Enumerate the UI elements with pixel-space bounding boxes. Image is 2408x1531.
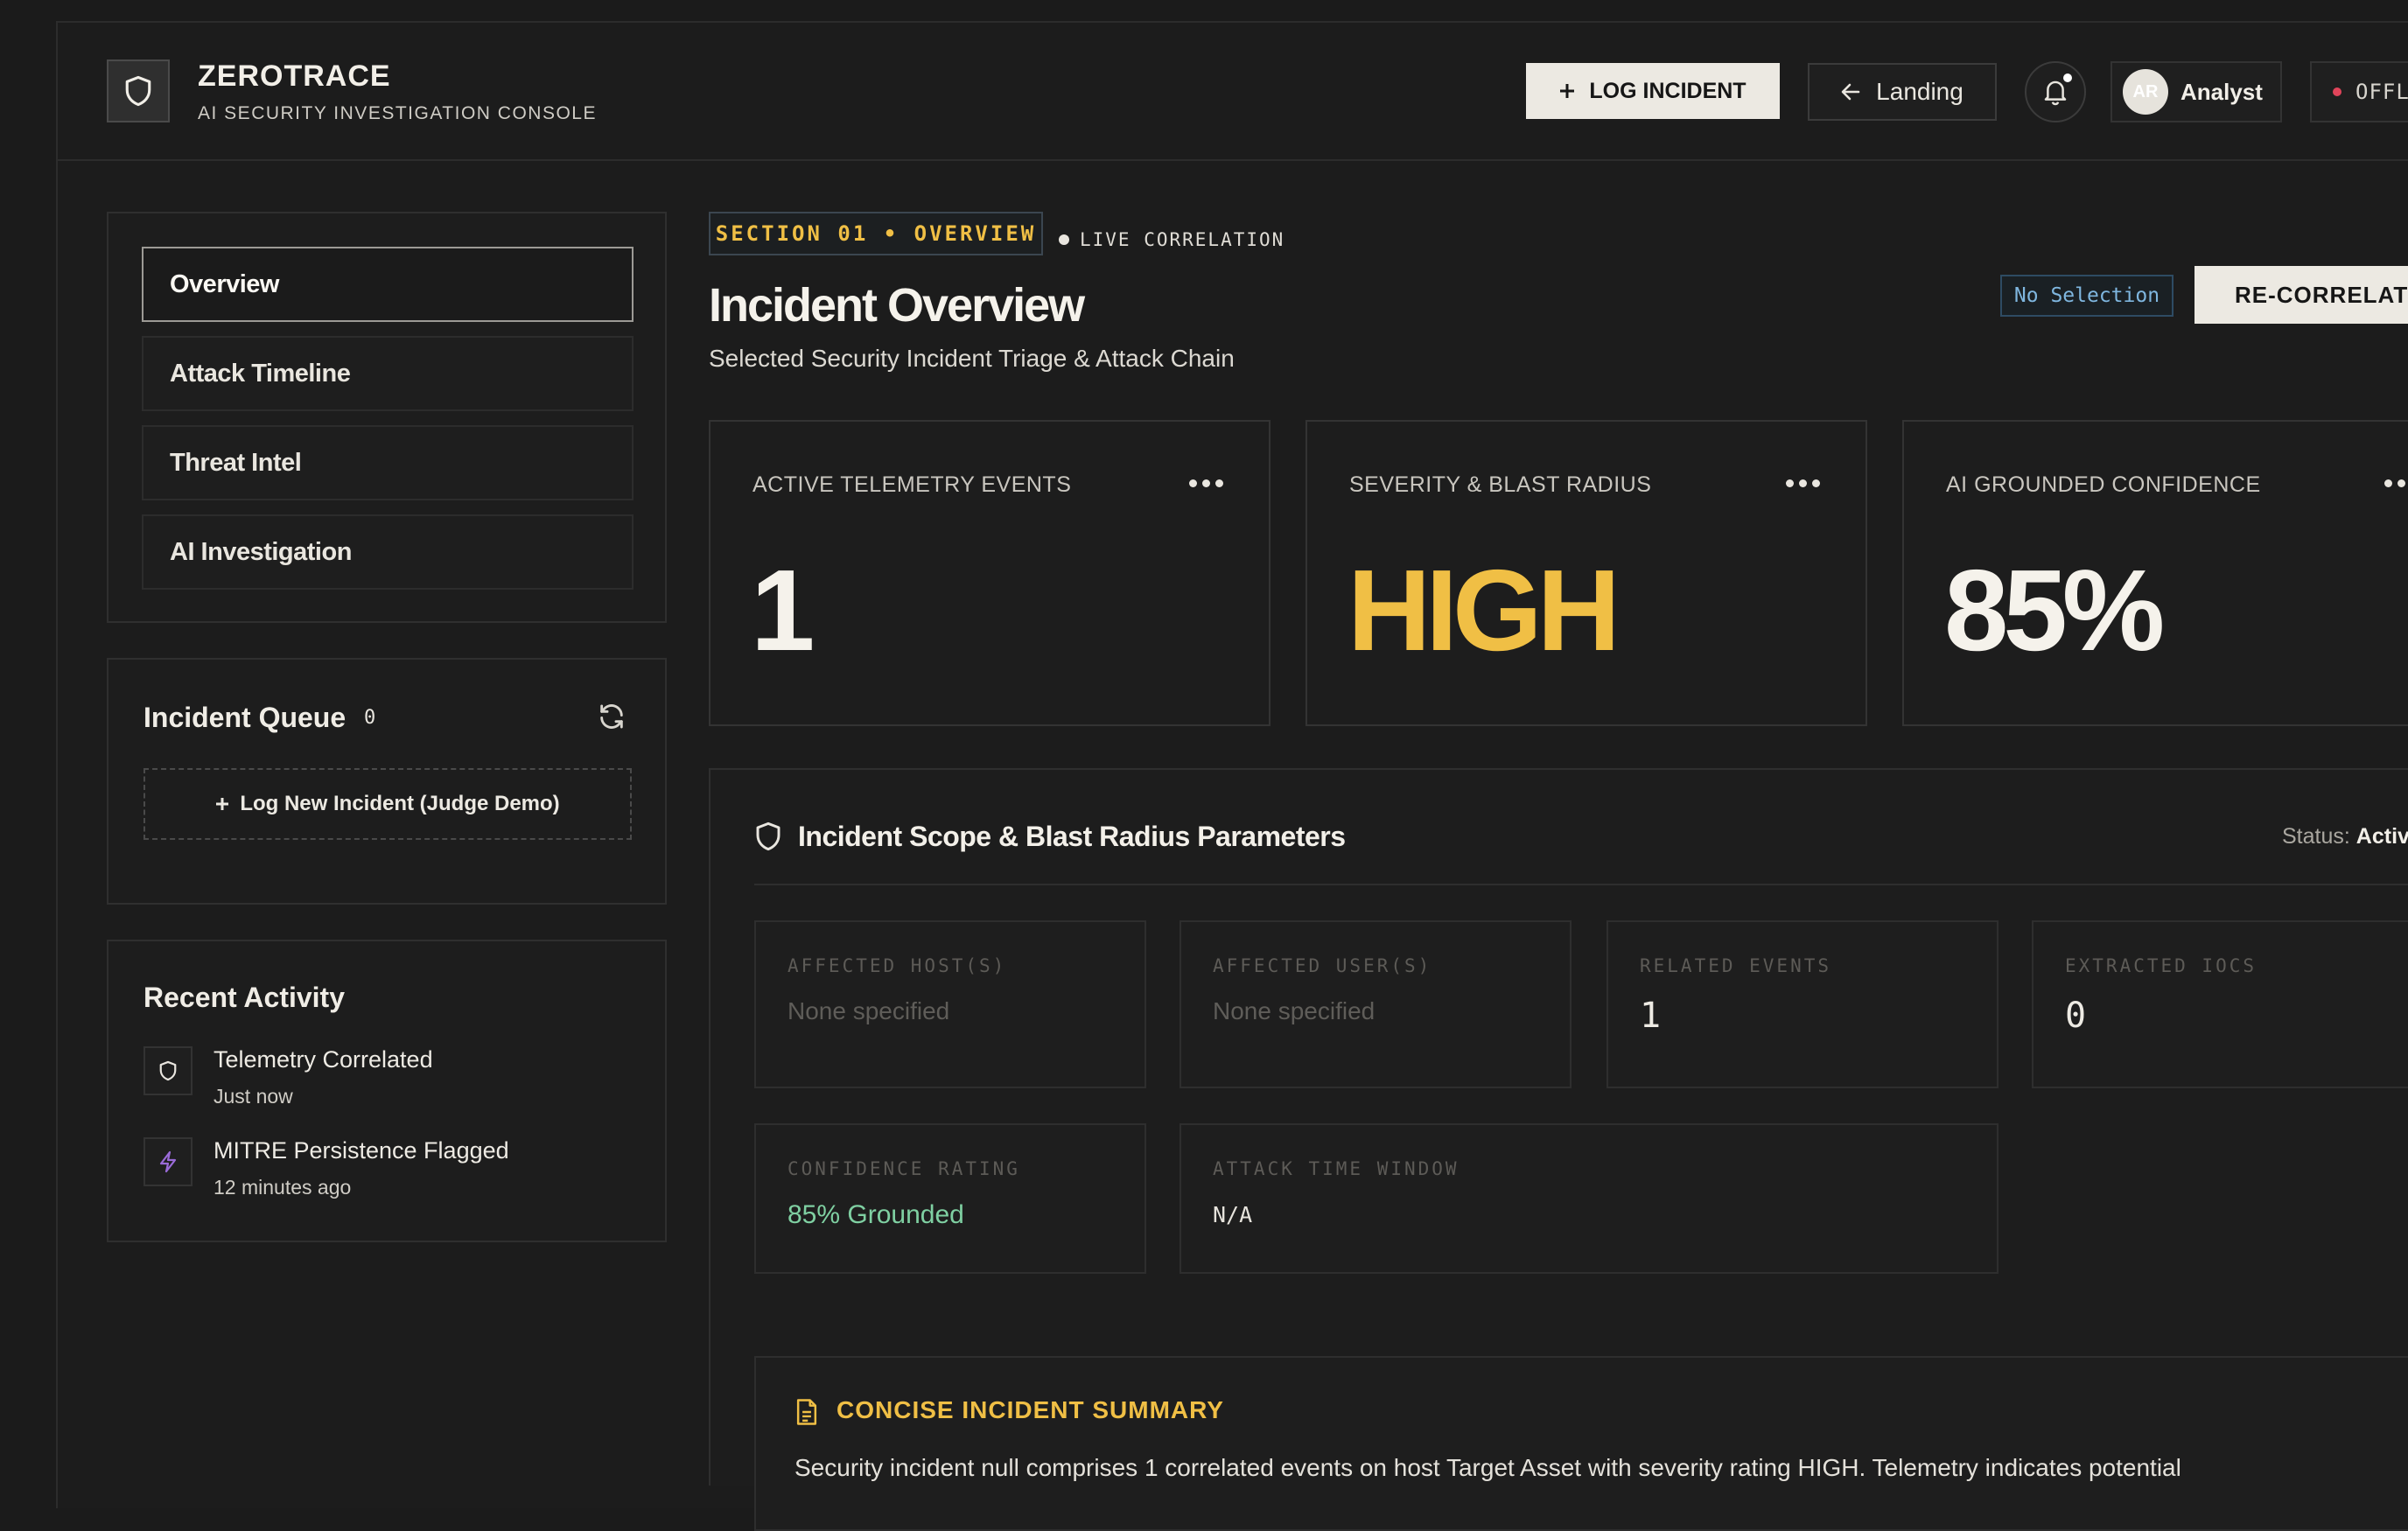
stat-card-confidence: AI GROUNDED CONFIDENCE 85%	[1902, 420, 2408, 726]
param-value: N/A	[1213, 1202, 1253, 1227]
user-menu[interactable]: AR Analyst	[2110, 61, 2282, 122]
more-options-icon[interactable]	[1189, 479, 1223, 487]
top-header: ZEROTRACE AI SECURITY INVESTIGATION CONS…	[56, 23, 2408, 161]
nav-item-label: AI Investigation	[170, 537, 352, 566]
landing-label: Landing	[1876, 78, 1964, 105]
param-value: 0	[2065, 996, 2087, 1036]
live-label: LIVE CORRELATION	[1080, 229, 1285, 250]
brand-subtitle: AI SECURITY INVESTIGATION CONSOLE	[198, 103, 597, 123]
incident-summary-card: CONCISE INCIDENT SUMMARY Security incide…	[754, 1356, 2408, 1531]
activity-time: Just now	[214, 1085, 293, 1108]
stat-label: AI GROUNDED CONFIDENCE	[1946, 472, 2261, 497]
document-icon	[794, 1398, 819, 1430]
shield-icon	[159, 1060, 177, 1081]
param-value: None specified	[1213, 997, 1376, 1024]
nav-item-label: Threat Intel	[170, 448, 302, 477]
incident-queue-panel: Incident Queue 0 Log New Incident (Judge…	[107, 658, 667, 905]
live-correlation-indicator: LIVE CORRELATION	[1059, 229, 1284, 250]
user-name: Analyst	[2180, 78, 2263, 105]
lightning-icon	[159, 1150, 177, 1173]
log-incident-button[interactable]: LOG INCIDENT	[1526, 63, 1780, 119]
page-title: Incident Overview	[709, 279, 1085, 332]
notification-dot	[2063, 73, 2072, 82]
activity-item: MITRE Persistence Flagged 12 minutes ago	[144, 1137, 634, 1216]
queue-title: Incident Queue	[144, 702, 346, 733]
live-dot	[1059, 234, 1069, 245]
activity-title: Recent Activity	[144, 982, 345, 1013]
more-options-icon[interactable]	[2384, 479, 2408, 487]
scope-status-value: Active	[2356, 824, 2408, 849]
param-label: CONFIDENCE RATING	[788, 1158, 1020, 1179]
scope-title: Incident Scope & Blast Radius Parameters	[798, 821, 1346, 852]
param-value: 85% Grounded	[788, 1200, 964, 1229]
section-tag: SECTION 01 • OVERVIEW	[709, 212, 1043, 255]
landing-button[interactable]: Landing	[1808, 63, 1997, 121]
activity-icon-box	[144, 1046, 192, 1095]
scope-status-label: Status:	[2282, 824, 2350, 849]
param-affected-users: AFFECTED USER(S) None specified	[1180, 920, 1572, 1088]
activity-icon-box	[144, 1137, 192, 1186]
param-affected-hosts: AFFECTED HOST(S) None specified	[754, 920, 1146, 1088]
refresh-queue-button[interactable]	[597, 702, 626, 736]
nav-item-threat-intel[interactable]: Threat Intel	[142, 425, 634, 500]
status-label: OFFLINE	[2356, 80, 2408, 104]
plus-icon	[1560, 84, 1575, 98]
divider	[754, 884, 2408, 885]
refresh-icon	[600, 704, 623, 729]
nav-item-label: Attack Timeline	[170, 359, 351, 388]
param-confidence-rating: CONFIDENCE RATING 85% Grounded	[754, 1123, 1146, 1274]
avatar: AR	[2123, 69, 2168, 115]
param-value: 1	[1640, 996, 1662, 1036]
log-new-incident-button[interactable]: Log New Incident (Judge Demo)	[144, 768, 632, 840]
bell-icon	[2044, 80, 2067, 106]
activity-time: 12 minutes ago	[214, 1176, 352, 1199]
activity-item: Telemetry Correlated Just now	[144, 1046, 634, 1125]
re-correlate-button[interactable]: RE-CORRELATE	[2194, 266, 2408, 324]
sidebar-nav: Overview Attack Timeline Threat Intel AI…	[107, 212, 667, 623]
shield-icon	[754, 821, 782, 856]
nav-item-ai-investigation[interactable]: AI Investigation	[142, 514, 634, 590]
queue-count: 0	[364, 707, 376, 729]
summary-text: Security incident null comprises 1 corre…	[794, 1454, 2181, 1481]
nav-item-overview[interactable]: Overview	[142, 247, 634, 322]
param-value: None specified	[788, 997, 950, 1024]
param-extracted-iocs: EXTRACTED IOCS 0	[2032, 920, 2408, 1088]
incident-scope-panel: Incident Scope & Blast Radius Parameters…	[709, 768, 2408, 1531]
param-label: AFFECTED HOST(S)	[788, 955, 1007, 976]
stat-value: 85%	[1944, 546, 2165, 675]
connection-status: OFFLINE	[2310, 61, 2408, 122]
scope-status: Status: Active	[2282, 824, 2408, 849]
param-label: AFFECTED USER(S)	[1213, 955, 1432, 976]
notifications-button[interactable]	[2025, 61, 2086, 122]
page-subtitle: Selected Security Incident Triage & Atta…	[709, 345, 1235, 372]
stat-card-telemetry: ACTIVE TELEMETRY EVENTS 1	[709, 420, 1270, 726]
activity-title-text: MITRE Persistence Flagged	[214, 1137, 509, 1164]
param-related-events: RELATED EVENTS 1	[1606, 920, 1998, 1088]
re-correlate-label: RE-CORRELATE	[2235, 281, 2408, 308]
nav-item-attack-timeline[interactable]: Attack Timeline	[142, 336, 634, 411]
status-dot	[2333, 87, 2342, 96]
more-options-icon[interactable]	[1786, 479, 1820, 487]
param-attack-time-window: ATTACK TIME WINDOW N/A	[1180, 1123, 1998, 1274]
brand-title: ZEROTRACE	[198, 59, 391, 93]
stat-label: SEVERITY & BLAST RADIUS	[1349, 472, 1652, 497]
arrow-left-icon	[1841, 83, 1860, 101]
stat-value: 1	[751, 546, 815, 675]
nav-item-label: Overview	[170, 269, 279, 298]
plus-icon	[216, 798, 229, 810]
param-label: EXTRACTED IOCS	[2065, 955, 2258, 976]
brand-logo	[107, 59, 170, 122]
param-label: RELATED EVENTS	[1640, 955, 1832, 976]
param-label: ATTACK TIME WINDOW	[1213, 1158, 1460, 1179]
activity-title-text: Telemetry Correlated	[214, 1046, 433, 1073]
stat-card-severity: SEVERITY & BLAST RADIUS HIGH	[1306, 420, 1867, 726]
recent-activity-panel: Recent Activity Telemetry Correlated Jus…	[107, 940, 667, 1242]
stat-label: ACTIVE TELEMETRY EVENTS	[752, 472, 1072, 497]
stat-value: HIGH	[1348, 546, 1620, 675]
summary-title: CONCISE INCIDENT SUMMARY	[836, 1396, 1224, 1423]
log-incident-label: LOG INCIDENT	[1589, 78, 1746, 103]
selection-badge: No Selection	[2000, 275, 2174, 317]
log-new-incident-label: Log New Incident (Judge Demo)	[240, 792, 560, 815]
shield-icon	[125, 75, 151, 107]
